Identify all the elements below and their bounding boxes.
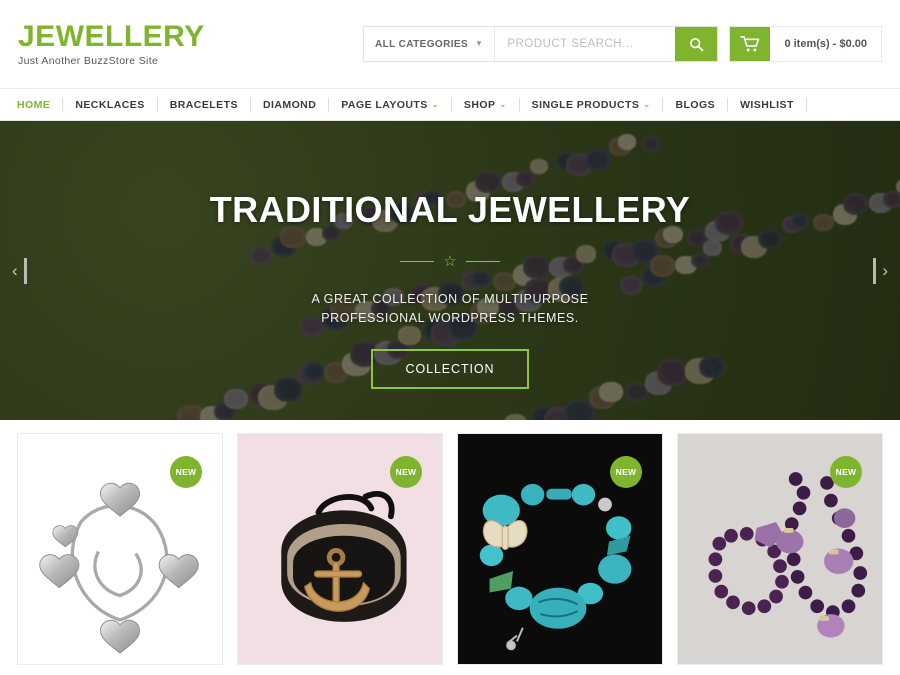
brand-title: JEWELLERY: [18, 19, 205, 53]
chevron-down-icon: ▼: [475, 39, 484, 48]
nav-item-label: SINGLE PRODUCTS: [531, 98, 640, 111]
product-card[interactable]: NEW: [677, 433, 883, 665]
search-icon: [689, 37, 703, 51]
nav-item-label: DIAMOND: [262, 98, 317, 111]
cart-widget[interactable]: 0 item(s) - $0.00: [729, 26, 882, 62]
site-header: JEWELLERY Just Another BuzzStore Site AL…: [0, 0, 900, 88]
new-badge: NEW: [830, 456, 862, 488]
slider-next-button[interactable]: ›: [873, 257, 888, 284]
brand-logo[interactable]: JEWELLERY Just Another BuzzStore Site: [18, 21, 363, 68]
divider-line-left: [400, 260, 435, 263]
hero-divider: ☆: [400, 253, 500, 270]
nav-item-label: NECKLACES: [75, 98, 145, 111]
hero-title: TRADITIONAL JEWELLERY: [209, 189, 691, 230]
product-card[interactable]: NEW: [17, 433, 223, 665]
nav-item-page-layouts[interactable]: PAGE LAYOUTS ⌄: [329, 97, 452, 112]
nav-item-label: WISHLIST: [740, 98, 794, 111]
search-input[interactable]: [495, 27, 675, 61]
product-grid: NEW NEW NEW NEW: [0, 420, 900, 665]
chevron-down-icon: ⌄: [499, 99, 507, 109]
nav-item-bracelets[interactable]: BRACELETS: [158, 97, 251, 112]
hero-slider: TRADITIONAL JEWELLERY ☆ A GREAT COLLECTI…: [0, 121, 900, 420]
star-icon: ☆: [443, 253, 457, 270]
cart-summary: 0 item(s) - $0.00: [784, 38, 867, 50]
nav-item-shop[interactable]: SHOP ⌄: [452, 97, 520, 112]
main-navigation: HOME NECKLACES BRACELETS DIAMOND PAGE LAYOUT…: [0, 88, 900, 121]
chevron-left-icon: ‹: [12, 261, 18, 280]
nav-item-diamond[interactable]: DIAMOND: [251, 97, 330, 112]
nav-item-label: SHOP: [463, 98, 496, 111]
nav-item-label: PAGE LAYOUTS: [341, 98, 428, 111]
nav-item-wishlist[interactable]: WISHLIST: [728, 97, 807, 112]
nav-item-label: BLOGS: [675, 98, 716, 111]
new-badge: NEW: [170, 456, 202, 488]
hero-content: TRADITIONAL JEWELLERY ☆ A GREAT COLLECTI…: [0, 121, 900, 420]
nav-item-single-products[interactable]: SINGLE PRODUCTS ⌄: [520, 97, 664, 112]
shopping-cart-icon: [740, 36, 760, 52]
nav-item-label: HOME: [17, 98, 51, 111]
brand-tagline: Just Another BuzzStore Site: [18, 55, 159, 68]
chevron-down-icon: ⌄: [643, 99, 651, 109]
product-card[interactable]: NEW: [457, 433, 663, 665]
chevron-down-icon: ⌄: [431, 99, 439, 109]
collection-button[interactable]: COLLECTION: [370, 348, 530, 389]
nav-item-home[interactable]: HOME: [17, 97, 64, 112]
product-search-bar: ALL CATEGORIES ▼: [363, 26, 718, 62]
new-badge: NEW: [610, 456, 642, 488]
category-select-label: ALL CATEGORIES: [375, 38, 469, 50]
cart-icon-button[interactable]: [730, 27, 771, 61]
hero-subtitle: A GREAT COLLECTION OF MULTIPURPOSE PROFE…: [311, 292, 589, 326]
search-button[interactable]: [675, 27, 717, 61]
product-card[interactable]: NEW: [237, 433, 443, 665]
category-select[interactable]: ALL CATEGORIES ▼: [364, 27, 496, 61]
chevron-right-icon: ›: [882, 261, 888, 280]
nav-item-necklaces[interactable]: NECKLACES: [63, 97, 158, 112]
slider-arrow-bar: [873, 257, 877, 284]
nav-item-label: BRACELETS: [169, 98, 238, 111]
slider-arrow-bar: [23, 257, 27, 284]
slider-prev-button[interactable]: ‹: [12, 257, 27, 284]
new-badge: NEW: [390, 456, 422, 488]
divider-line-right: [465, 260, 500, 263]
nav-item-blogs[interactable]: BLOGS: [663, 97, 729, 112]
